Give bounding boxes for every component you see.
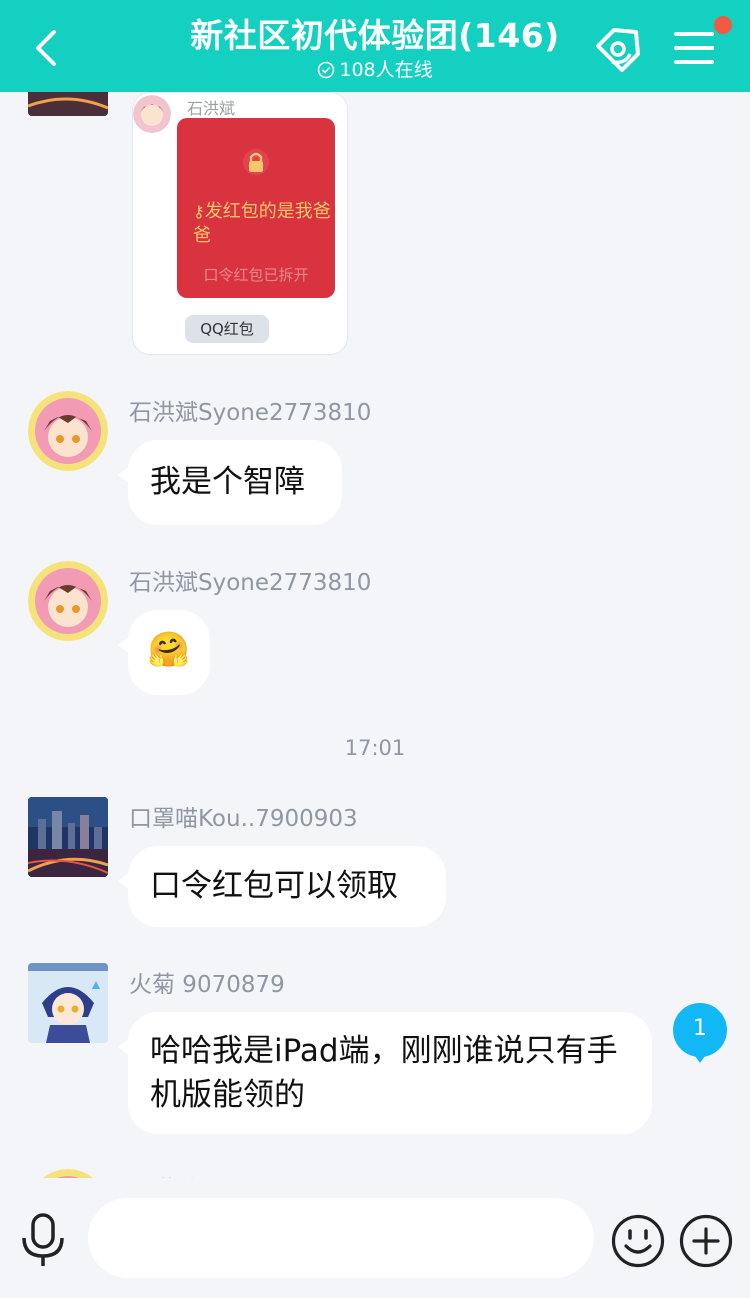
- chat-header: 新社区初代体验团(146) 108人在线: [0, 0, 750, 92]
- message-bubble[interactable]: 我是个智障: [118, 440, 342, 525]
- menu-icon[interactable]: [672, 26, 716, 70]
- packet-type-badge: QQ红包: [185, 315, 269, 343]
- packet-message: ⚷发红包的是我爸爸: [193, 200, 333, 248]
- avatar[interactable]: [28, 391, 108, 471]
- red-packet[interactable]: ⚷发红包的是我爸爸 口令红包已拆开: [177, 118, 335, 298]
- input-bar: [0, 1178, 750, 1298]
- avatar: [133, 95, 171, 133]
- message-input[interactable]: [88, 1198, 594, 1278]
- key-icon: ⚷: [193, 202, 205, 221]
- notification-dot: [714, 16, 732, 34]
- unread-messages-badge[interactable]: 1: [673, 1003, 727, 1063]
- avatar[interactable]: [28, 92, 108, 116]
- emoji-icon[interactable]: [611, 1214, 665, 1268]
- avatar[interactable]: [28, 797, 108, 877]
- avatar[interactable]: [28, 963, 108, 1043]
- message-bubble[interactable]: 哈哈我是iPad端，刚刚谁说只有手机版能领的: [118, 1012, 652, 1134]
- sender-name: 火菊 9070879: [129, 972, 285, 998]
- lock-icon: [243, 149, 269, 175]
- packet-message-text: 发红包的是我爸爸: [193, 201, 331, 246]
- check-circle-icon: [318, 61, 335, 79]
- microphone-icon[interactable]: [20, 1212, 66, 1268]
- unread-count: 1: [693, 1016, 707, 1041]
- message-bubble[interactable]: 口令红包可以领取: [118, 846, 446, 927]
- sender-name: 石洪斌Syone2773810: [129, 570, 372, 596]
- sender-name: 口罩喵Kou..7900903: [129, 806, 358, 832]
- sender-name: 石洪斌Syone2773810: [129, 1170, 371, 1178]
- avatar[interactable]: [28, 1169, 108, 1178]
- avatar[interactable]: [28, 561, 108, 641]
- message-bubble[interactable]: 🤗: [118, 610, 210, 695]
- group-tag-icon[interactable]: [592, 24, 646, 72]
- packet-status: 口令红包已拆开: [203, 266, 309, 284]
- message-list[interactable]: 石洪斌Syone2773810 ⚷发红包的是我爸爸 口令红包已拆开 QQ红包 石…: [0, 92, 750, 1178]
- sender-name: 石洪斌Syone2773810: [129, 400, 372, 426]
- plus-icon[interactable]: [679, 1214, 733, 1268]
- online-count-text: 108人在线: [339, 59, 433, 81]
- timestamp-separator: 17:01: [344, 736, 406, 760]
- red-packet-card[interactable]: 石洪斌Syone2773810 ⚷发红包的是我爸爸 口令红包已拆开 QQ红包: [132, 92, 348, 355]
